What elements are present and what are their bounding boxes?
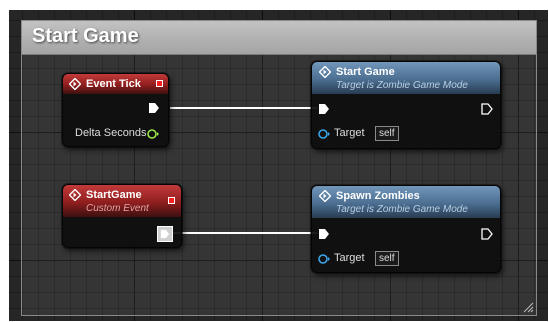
event-delegate-pin[interactable] [168,197,175,204]
startgame-event-node[interactable]: StartGame Custom Event [62,184,182,248]
target-label: Target [334,127,365,139]
wires [170,107,317,234]
function-icon [319,66,331,78]
event-delegate-pin[interactable] [156,80,163,87]
startgame-event-title: StartGame [86,189,142,201]
target-self-value[interactable]: self [375,251,399,266]
delta-seconds-label: Delta Seconds [75,127,147,139]
object-pin-icon[interactable] [318,253,330,265]
function-icon [319,190,331,202]
target-label: Target [334,252,365,264]
startgame-event-subtitle: Custom Event [86,203,149,214]
spawn-zombies-call-title: Spawn Zombies [336,190,420,202]
spawn-zombies-call-node[interactable]: Spawn Zombies Target is Zombie Game Mode… [311,185,501,273]
exec-output-button[interactable] [157,226,173,242]
object-pin-icon[interactable] [318,128,330,140]
exec-pin-icon[interactable] [318,103,330,115]
start-game-call-subtitle: Target is Zombie Game Mode [336,80,468,91]
target-self-value[interactable]: self [375,126,399,141]
function-icon [69,78,81,90]
start-game-call-title: Start Game [336,66,395,78]
exec-pin-icon[interactable] [481,228,493,240]
spawn-zombies-call-subtitle: Target is Zombie Game Mode [336,204,468,215]
event-tick-node[interactable]: Event Tick Delta Seconds [62,73,169,147]
blueprint-graph[interactable]: Start Game Event Tick Delta Seconds Star… [9,10,548,321]
float-pin-icon[interactable] [147,128,159,140]
exec-pin-icon[interactable] [148,102,160,114]
event-tick-title: Event Tick [86,78,141,90]
exec-pin-icon [160,229,170,239]
event-icon [69,189,81,201]
exec-pin-icon[interactable] [481,103,493,115]
start-game-call-node[interactable]: Start Game Target is Zombie Game Mode Ta… [311,61,501,149]
exec-pin-icon[interactable] [318,228,330,240]
